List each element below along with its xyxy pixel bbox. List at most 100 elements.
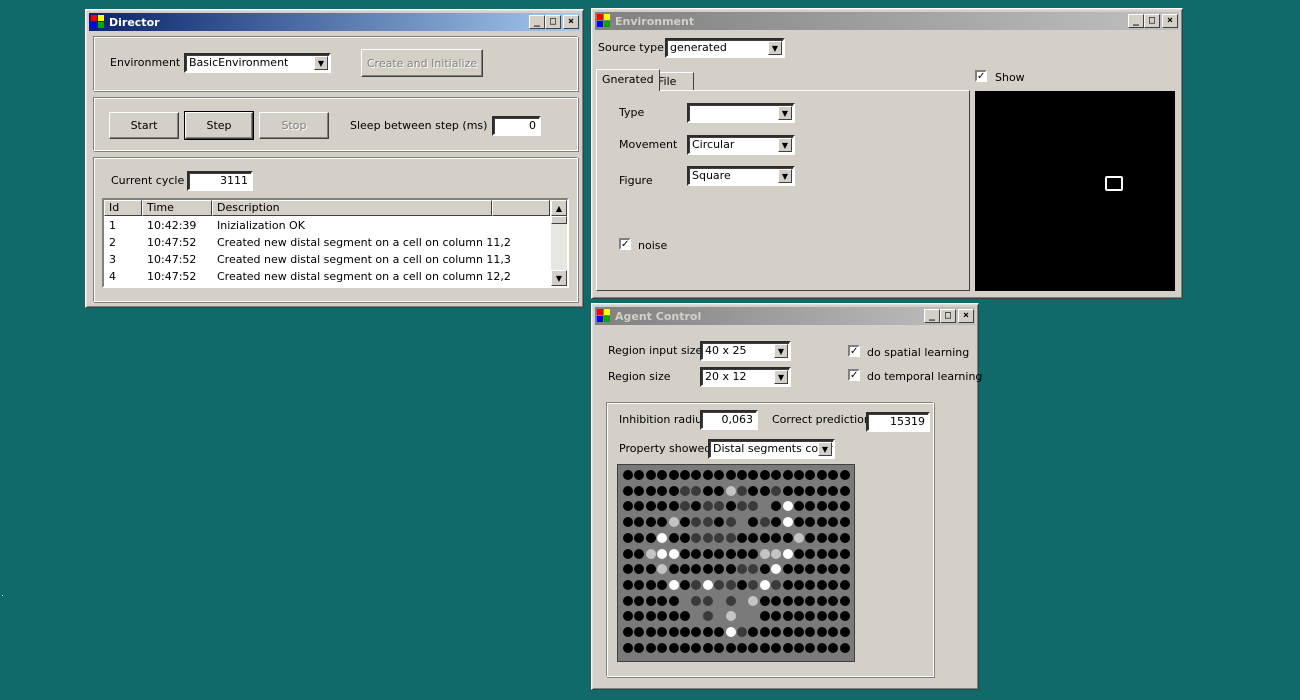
scroll-thumb[interactable] [551,216,567,224]
column-cell [805,517,816,528]
environment-titlebar[interactable]: Environment _ □ × [595,12,1179,30]
minimize-button[interactable]: _ [1128,14,1144,28]
column-cell [645,564,656,575]
column-cell [805,595,816,606]
region-size-value: 20 x 12 [705,370,747,383]
column-cell [702,532,713,543]
column-cell [759,501,770,512]
column-cell [839,595,850,606]
minimize-button[interactable]: _ [924,309,940,323]
column-cell [748,627,759,637]
column-cell [771,595,782,606]
column-cell [805,532,816,543]
column-description[interactable]: Description [212,200,492,216]
create-initialize-button[interactable]: Create and Initialize [361,49,483,77]
column-cell [771,548,782,559]
log-row[interactable]: 2 10:47:52 Created new distal segment on… [104,234,552,251]
column-cell [816,642,827,653]
maximize-button[interactable]: □ [1144,14,1160,28]
spatial-learning-checkbox[interactable]: ✓ [848,345,860,357]
figure-select[interactable]: Square ▼ [687,166,795,186]
column-cell [816,564,827,575]
correct-prediction-field: 15319 [866,412,930,432]
scroll-up-icon[interactable]: ▲ [551,200,567,216]
sleep-input[interactable]: 0 [492,116,541,136]
temporal-learning-checkbox[interactable]: ✓ [848,369,860,381]
environment-title: Environment [615,14,695,28]
column-cell [657,501,668,512]
scroll-down-icon[interactable]: ▼ [551,270,567,286]
column-cell [759,532,770,543]
column-cell [657,595,668,606]
column-cell [623,579,633,590]
column-cell [759,642,770,653]
chevron-down-icon[interactable]: ▼ [774,344,788,358]
column-cell [794,501,804,512]
column-cell [748,485,759,496]
log-row[interactable]: 3 10:47:52 Created new distal segment on… [104,251,552,268]
column-cell [828,501,839,512]
close-button[interactable]: × [958,309,974,323]
column-cell [839,627,850,637]
column-cell [748,548,759,559]
column-cell [680,627,690,637]
column-cell [725,532,736,543]
chevron-down-icon[interactable]: ▼ [768,41,782,55]
log-row[interactable]: 4 10:47:52 Created new distal segment on… [104,268,552,285]
property-showed-select[interactable]: Distal segments count ▼ [708,439,835,459]
column-cell [702,642,713,653]
column-cell [759,595,770,606]
close-button[interactable]: × [563,15,579,29]
desktop-dot [2,595,3,596]
maximize-button[interactable]: □ [940,309,956,323]
column-cell [714,532,725,543]
chevron-down-icon[interactable]: ▼ [778,138,792,152]
column-cell [748,470,759,480]
chevron-down-icon[interactable]: ▼ [778,169,792,183]
column-cell [623,501,633,512]
chevron-down-icon[interactable]: ▼ [778,106,792,120]
column-time[interactable]: Time [142,200,212,216]
director-titlebar[interactable]: Director _ □ × [89,13,580,31]
type-select[interactable]: ▼ [687,103,795,123]
log-description: Created new distal segment on a cell on … [217,253,511,266]
show-checkbox[interactable]: ✓ [975,70,987,82]
column-cell [680,595,690,606]
column-id[interactable]: Id [104,200,142,216]
maximize-button[interactable]: □ [545,15,561,29]
movement-select[interactable]: Circular ▼ [687,135,795,155]
column-cell [816,548,827,559]
agent-titlebar[interactable]: Agent Control _ □ × [595,307,975,325]
step-button[interactable]: Step [184,111,254,140]
column-cell [771,501,782,512]
chevron-down-icon[interactable]: ▼ [314,56,328,70]
column-extra[interactable] [492,200,550,216]
start-button[interactable]: Start [109,112,179,139]
close-button[interactable]: × [1162,14,1178,28]
column-cell [691,501,702,512]
log-listview[interactable]: Id Time Description 1 10:42:39 Inizializ… [102,198,569,288]
column-cell [828,627,839,637]
stop-button[interactable]: Stop [259,112,329,139]
column-cell [645,579,656,590]
column-cell [816,595,827,606]
region-size-select[interactable]: 20 x 12 ▼ [700,367,791,387]
log-scrollbar[interactable]: ▲ ▼ [551,200,567,286]
tab-generated[interactable]: Gnerated [596,69,660,91]
minimize-button[interactable]: _ [529,15,545,29]
chevron-down-icon[interactable]: ▼ [774,370,788,384]
environment-select[interactable]: BasicEnvironment ▼ [184,53,331,73]
noise-checkbox[interactable]: ✓ [619,238,631,250]
column-cell [725,579,736,590]
column-cell [725,485,736,496]
column-cell [634,627,645,637]
column-cell [634,485,645,496]
chevron-down-icon[interactable]: ▼ [818,442,832,456]
column-cell [737,501,747,512]
column-cell [645,548,656,559]
region-input-size-select[interactable]: 40 x 25 ▼ [700,341,791,361]
column-cell [691,564,702,575]
source-type-select[interactable]: generated ▼ [665,38,785,58]
column-cell [816,501,827,512]
log-row[interactable]: 1 10:42:39 Inizialization OK [104,217,552,234]
